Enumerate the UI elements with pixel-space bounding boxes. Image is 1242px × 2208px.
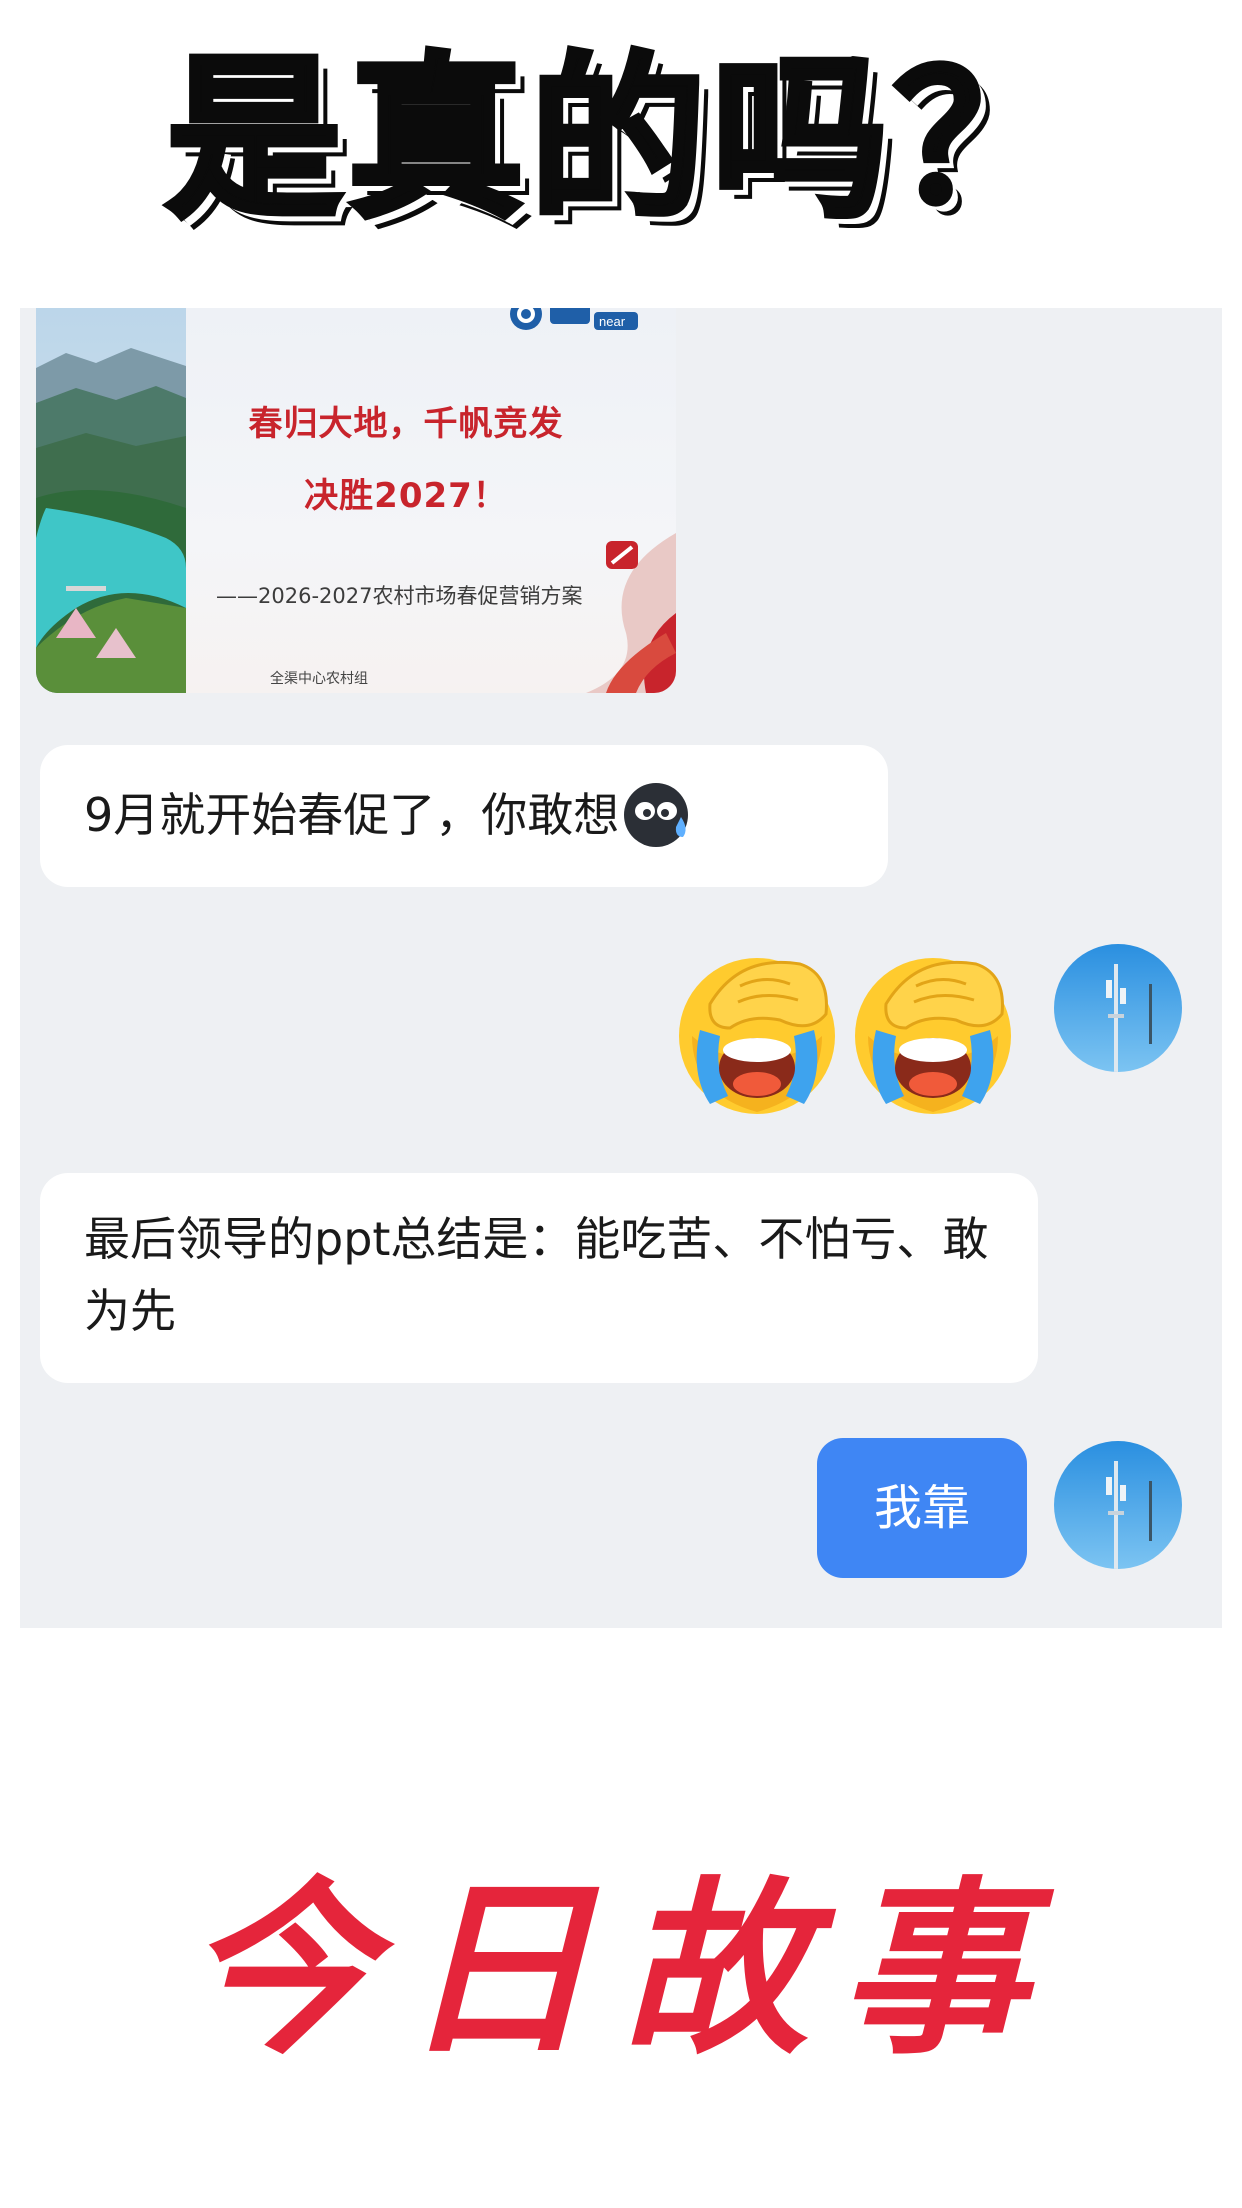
message-text: 9月就开始春促了，你敢想 [84, 788, 620, 842]
landscape-photo [36, 308, 186, 693]
message-text: 我靠 [873, 1480, 970, 1536]
poster-line1: 春归大地，千帆竞发 [248, 404, 564, 444]
emoji-message[interactable] [670, 944, 1050, 1114]
message-bubble-incoming[interactable]: 9月就开始春促了，你敢想 [40, 745, 888, 887]
avatar[interactable] [1054, 1441, 1182, 1569]
message-bubble-outgoing[interactable]: 我靠 [817, 1438, 1027, 1578]
sweat-emoji-icon [624, 782, 689, 847]
chat-panel[interactable]: near 春归大地，千帆竞发 决胜2027！ ——2026-2027农村市场春促… [20, 308, 1222, 1628]
message-text: 最后领导的ppt总结是：能吃苦、不怕亏、敢为先 [84, 1212, 989, 1338]
avatar-tower-icon [1054, 1441, 1182, 1569]
logo-text: near [599, 314, 626, 329]
avatar-tower-icon [1054, 944, 1182, 1072]
facepalm-crying-emoji-icon [855, 958, 1011, 1114]
poster-decoration [586, 533, 676, 693]
message-bubble-incoming[interactable]: 最后领导的ppt总结是：能吃苦、不怕亏、敢为先 [40, 1173, 1038, 1383]
image-message[interactable]: near 春归大地，千帆竞发 决胜2027！ ——2026-2027农村市场春促… [36, 308, 676, 693]
facepalm-crying-emoji-icon [679, 958, 835, 1114]
brand-logo-icon: near [510, 308, 638, 330]
headline-title: 是真的吗？ [163, 37, 1076, 243]
avatar[interactable] [1054, 944, 1182, 1072]
poster: near 春归大地，千帆竞发 决胜2027！ ——2026-2027农村市场春促… [186, 308, 676, 693]
poster-footer: 全渠中心农村组 [270, 671, 368, 687]
brand-title: 今日故事 [185, 1859, 1057, 2080]
